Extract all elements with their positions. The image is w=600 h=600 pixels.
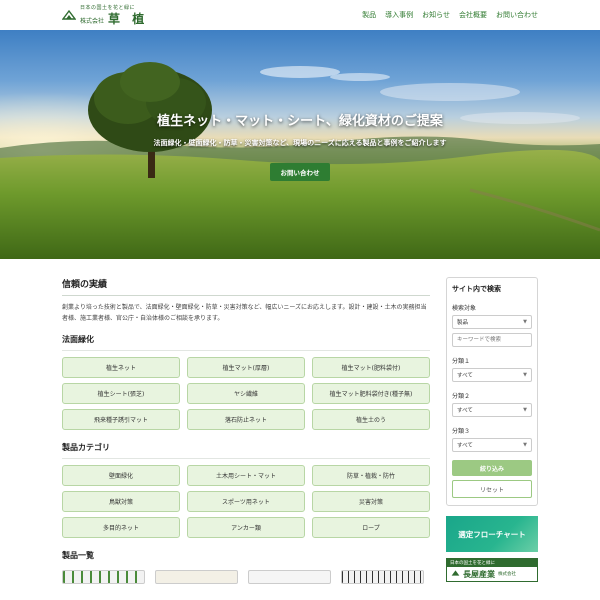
product-list-heading: 製品一覧 — [62, 551, 94, 560]
category-tile[interactable]: ヤシ繊維 — [187, 383, 305, 404]
chevron-down-icon: ▼ — [523, 407, 527, 413]
logo-corp: 株式会社 — [80, 17, 105, 25]
main-content: 信頼の実績 創業より培った技術と製品で、法面緑化・壁面緑化・防草・災害対策など、… — [62, 277, 430, 584]
site-logo[interactable]: 日本の国土を花と緑に 株式会社 草 植 — [62, 4, 149, 26]
company-banner-corp: 株式会社 — [498, 572, 516, 577]
category-tile[interactable]: 植生ネット — [62, 357, 180, 378]
category-tile[interactable]: ロープ — [312, 517, 430, 538]
slope-greening-grid: 植生ネット 植生マット(厚層) 植生マット(肥料袋付) 植生シート(張芝) ヤシ… — [62, 357, 430, 430]
main-nav: 製品 導入事例 お知らせ 会社概要 お問い合わせ — [362, 10, 538, 20]
category-tile[interactable]: 植生マット肥料袋付き(種子無) — [312, 383, 430, 404]
product-category-heading: 製品カテゴリ — [62, 442, 430, 459]
category-tile[interactable]: 飛来種子誘引マット — [62, 409, 180, 430]
category-tile[interactable]: 多目的ネット — [62, 517, 180, 538]
logo-tagline: 日本の国土を花と緑に — [80, 4, 136, 11]
slope-greening-heading: 法面緑化 — [62, 334, 430, 351]
product-thumbnail[interactable] — [62, 570, 145, 584]
category-tile[interactable]: アンカー類 — [187, 517, 305, 538]
product-thumbnail[interactable] — [248, 570, 331, 584]
nav-news[interactable]: お知らせ — [422, 10, 450, 20]
category1-label: 分類１ — [452, 358, 471, 365]
category1-select[interactable]: すべて ▼ — [452, 368, 532, 382]
filter-button[interactable]: 絞り込み — [452, 460, 532, 476]
nav-contact[interactable]: お問い合わせ — [496, 10, 538, 20]
sidebar: サイト内で検索 検索対象 製品 ▼ 分類１ すべて ▼ 分類２ すべて ▼ 分類… — [446, 277, 538, 584]
reset-button[interactable]: リセット — [452, 480, 532, 498]
category-tile[interactable]: 土木用シート・マット — [187, 465, 305, 486]
nav-company[interactable]: 会社概要 — [459, 10, 487, 20]
keyword-search-input[interactable] — [452, 333, 532, 347]
site-header: 日本の国土を花と緑に 株式会社 草 植 製品 導入事例 お知らせ 会社概要 お問… — [0, 0, 600, 30]
product-thumbnail[interactable] — [155, 570, 238, 584]
category-tile[interactable]: スポーツ用ネット — [187, 491, 305, 512]
category-tile[interactable]: 植生マット(肥料袋付) — [312, 357, 430, 378]
company-banner-tagline: 日本の国土を花と緑に — [447, 559, 537, 567]
chevron-down-icon: ▼ — [523, 372, 527, 378]
chevron-down-icon: ▼ — [523, 319, 527, 325]
company-banner-name: 長屋産業 — [463, 569, 495, 579]
search-target-label: 検索対象 — [452, 305, 477, 312]
category-tile[interactable]: 植生マット(厚層) — [187, 357, 305, 378]
company-banner[interactable]: 日本の国土を花と緑に 長屋産業 株式会社 — [446, 558, 538, 582]
logo-name: 草 植 — [108, 11, 149, 26]
category3-select[interactable]: すべて ▼ — [452, 438, 532, 452]
category-tile[interactable]: 落石防止ネット — [187, 409, 305, 430]
leaf-logo-icon — [62, 8, 76, 22]
category-tile[interactable]: 防草・植栽・防竹 — [312, 465, 430, 486]
search-panel-title: サイト内で検索 — [452, 285, 501, 293]
category2-label: 分類２ — [452, 393, 471, 400]
company-logo-icon — [451, 569, 460, 579]
category3-label: 分類３ — [452, 428, 471, 435]
product-list — [62, 570, 430, 584]
chevron-down-icon: ▼ — [523, 442, 527, 448]
product-thumbnail[interactable] — [341, 570, 424, 584]
category2-select[interactable]: すべて ▼ — [452, 403, 532, 417]
nav-case-studies[interactable]: 導入事例 — [385, 10, 413, 20]
category-tile[interactable]: 災害対策 — [312, 491, 430, 512]
search-target-select[interactable]: 製品 ▼ — [452, 315, 532, 329]
selection-flowchart-banner[interactable]: 選定フローチャート — [446, 516, 538, 552]
hero-contact-button[interactable]: お問い合わせ — [270, 163, 330, 181]
intro-text: 創業より培った技術と製品で、法面緑化・壁面緑化・防草・災害対策など、幅広いニーズ… — [62, 304, 427, 322]
hero-title: 植生ネット・マット・シート、緑化資材のご提案 — [157, 114, 443, 129]
hero-subtitle: 法面緑化・壁面緑化・防草・災害対策など、現場のニーズに応える製品と事例をご紹介し… — [153, 139, 447, 147]
product-category-grid: 壁面緑化 土木用シート・マット 防草・植栽・防竹 鳥獣対策 スポーツ用ネット 災… — [62, 465, 430, 538]
category-tile[interactable]: 鳥獣対策 — [62, 491, 180, 512]
section-title: 信頼の実績 — [62, 277, 430, 296]
site-search-panel: サイト内で検索 検索対象 製品 ▼ 分類１ すべて ▼ 分類２ すべて ▼ 分類… — [446, 277, 538, 506]
hero-banner: 植生ネット・マット・シート、緑化資材のご提案 法面緑化・壁面緑化・防草・災害対策… — [0, 30, 600, 259]
category-tile[interactable]: 植生土のう — [312, 409, 430, 430]
category-tile[interactable]: 植生シート(張芝) — [62, 383, 180, 404]
nav-products[interactable]: 製品 — [362, 10, 376, 20]
category-tile[interactable]: 壁面緑化 — [62, 465, 180, 486]
main-area: 信頼の実績 創業より培った技術と製品で、法面緑化・壁面緑化・防草・災害対策など、… — [0, 259, 600, 584]
